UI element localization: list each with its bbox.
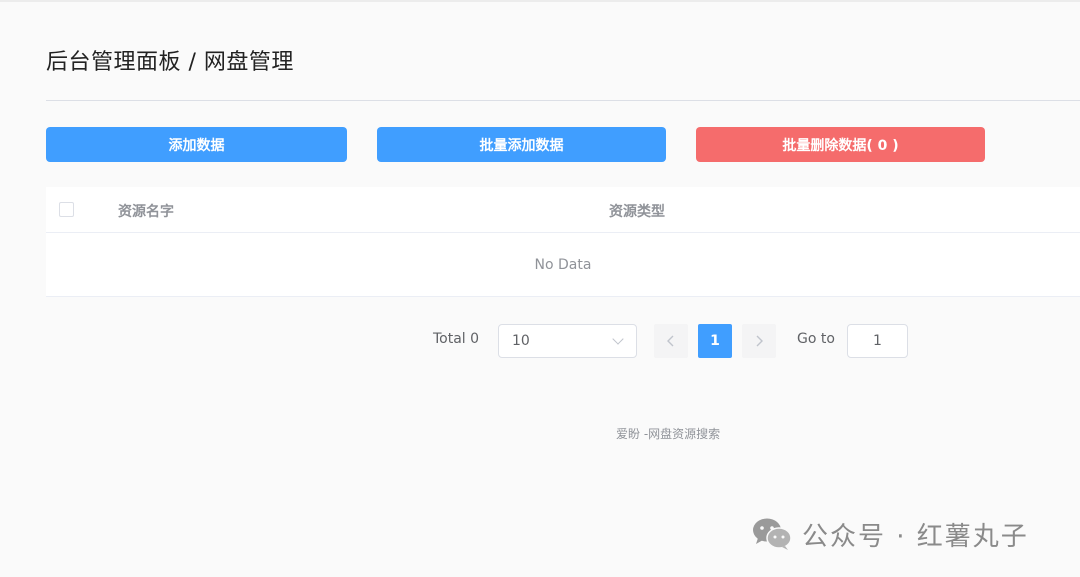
- next-page-button[interactable]: [742, 324, 776, 358]
- page-size-value: 10: [512, 333, 530, 349]
- title-divider: [46, 100, 1080, 101]
- goto-label: Go to: [797, 331, 835, 347]
- resource-table: 资源名字 资源类型 No Data: [46, 187, 1080, 297]
- pagination-total: Total 0: [433, 331, 480, 347]
- watermark: 公众号 · 红薯丸子: [752, 516, 1029, 552]
- prev-page-button[interactable]: [654, 324, 688, 358]
- footer-text: 爱盼 -网盘资源搜索: [616, 427, 721, 441]
- page-size-select[interactable]: 10: [498, 324, 637, 358]
- batch-add-data-button[interactable]: 批量添加数据: [377, 127, 666, 162]
- goto-page-input[interactable]: [847, 324, 908, 358]
- chevron-left-icon: [667, 335, 674, 347]
- batch-delete-data-button[interactable]: 批量删除数据( 0 ): [696, 127, 985, 162]
- empty-state-text: No Data: [46, 233, 1080, 297]
- table-header: 资源名字 资源类型: [46, 187, 1080, 233]
- column-header-resource-type[interactable]: 资源类型: [609, 201, 665, 221]
- add-data-button[interactable]: 添加数据: [46, 127, 347, 162]
- select-all-checkbox[interactable]: [59, 202, 74, 217]
- top-border: [0, 0, 1080, 2]
- page-title: 后台管理面板 / 网盘管理: [46, 50, 294, 75]
- chevron-right-icon: [756, 335, 763, 347]
- wechat-icon: [753, 518, 792, 550]
- page-number-current[interactable]: 1: [698, 324, 732, 358]
- chevron-down-icon: [612, 333, 624, 345]
- watermark-text: 公众号 · 红薯丸子: [802, 521, 1029, 552]
- column-header-resource-name[interactable]: 资源名字: [118, 201, 174, 221]
